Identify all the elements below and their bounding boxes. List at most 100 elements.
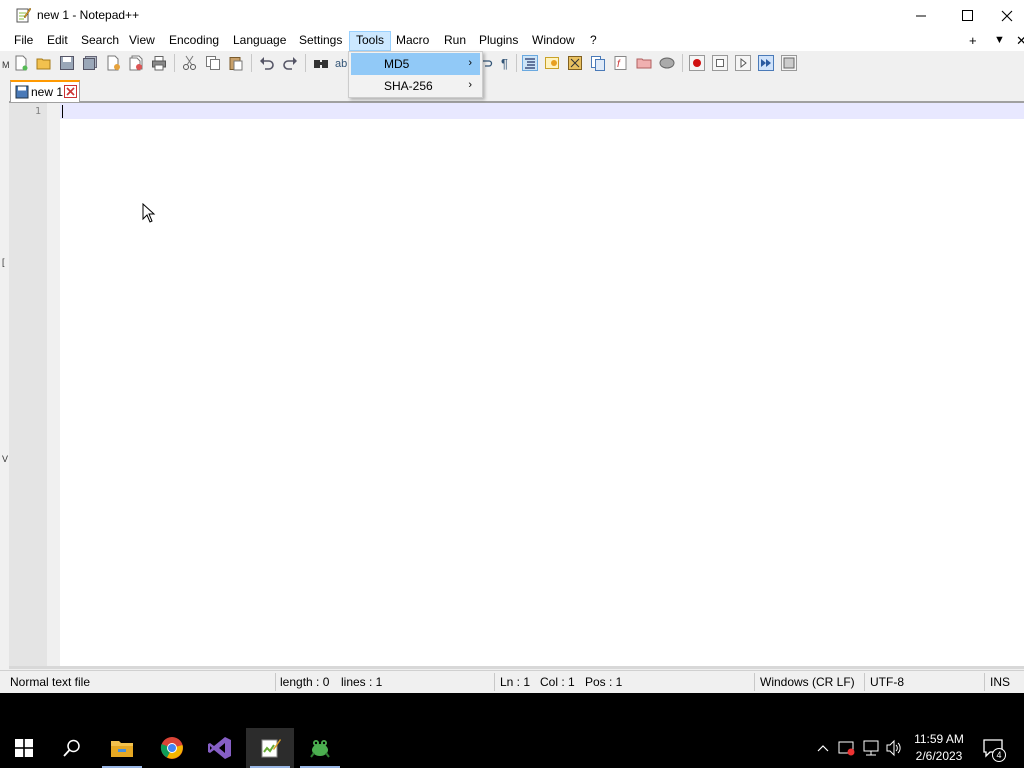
- tab-list-dropdown-button[interactable]: ▼: [994, 34, 1005, 46]
- windows-taskbar: 11:59 AM 2/6/2023 4: [0, 728, 1024, 768]
- toolbar-separator: [251, 54, 252, 72]
- tray-volume-button[interactable]: [885, 739, 903, 757]
- status-separator: [984, 673, 985, 691]
- text-editor[interactable]: 1: [9, 102, 1024, 667]
- status-separator: [754, 673, 755, 691]
- toolbar-separator: [305, 54, 306, 72]
- menu-edit[interactable]: Edit: [41, 31, 74, 51]
- find-icon[interactable]: [313, 55, 329, 71]
- file-saved-icon: [15, 85, 29, 99]
- status-ln: Ln : 1: [500, 675, 531, 689]
- network-icon: [863, 740, 879, 756]
- macro-stop-icon[interactable]: [712, 55, 728, 71]
- menu-tools[interactable]: Tools: [349, 31, 392, 51]
- toolbar-separator: [682, 54, 683, 72]
- tray-security-icon-button[interactable]: [838, 739, 856, 757]
- file-explorer-icon: [111, 741, 133, 757]
- text-caret: [62, 105, 63, 118]
- search-button[interactable]: [48, 728, 96, 768]
- taskbar-clock[interactable]: 11:59 AM 2/6/2023: [906, 731, 972, 765]
- taskbar-notepadpp[interactable]: [246, 728, 294, 768]
- menu-item-md5[interactable]: MD5 ›: [351, 53, 480, 75]
- line-number-gutter: 1: [9, 103, 60, 667]
- left-edge-char: M: [2, 60, 10, 70]
- maximize-button[interactable]: [944, 0, 990, 31]
- tab-label: new 1: [31, 85, 64, 99]
- menu-search[interactable]: Search: [75, 31, 125, 51]
- menu-run[interactable]: Run: [438, 31, 472, 51]
- cut-icon[interactable]: [182, 55, 198, 71]
- macro-play-icon[interactable]: [735, 55, 751, 71]
- minimize-button[interactable]: [898, 0, 944, 31]
- start-button[interactable]: [0, 728, 48, 768]
- tab-new-1[interactable]: new 1: [10, 80, 80, 102]
- window-title: new 1 - Notepad++: [37, 8, 140, 22]
- toolbar: ab ¶ f: [0, 51, 1024, 74]
- save-all-icon[interactable]: [82, 55, 98, 71]
- undo-icon[interactable]: [259, 55, 275, 71]
- close-button[interactable]: [990, 0, 1024, 31]
- status-encoding[interactable]: UTF-8: [870, 675, 904, 689]
- security-alert-icon: [838, 741, 855, 756]
- toolbar-separator: [174, 54, 175, 72]
- status-eol-format[interactable]: Windows (CR LF): [760, 675, 855, 689]
- taskbar-app-frog[interactable]: [296, 728, 344, 768]
- save-icon[interactable]: [59, 55, 75, 71]
- menu-window[interactable]: Window: [526, 31, 581, 51]
- menu-help[interactable]: ?: [584, 31, 603, 51]
- menu-encoding[interactable]: Encoding: [163, 31, 225, 51]
- new-tab-plus-button[interactable]: +: [969, 33, 977, 48]
- menu-view[interactable]: View: [123, 31, 161, 51]
- status-bar: Normal text file length : 0 lines : 1 Ln…: [0, 670, 1024, 693]
- document-map-icon[interactable]: [567, 55, 583, 71]
- svg-text:ab: ab: [335, 58, 347, 70]
- print-icon[interactable]: [151, 55, 167, 71]
- close-file-icon[interactable]: [105, 55, 121, 71]
- user-defined-language-icon[interactable]: [544, 55, 560, 71]
- menu-item-sha-256[interactable]: SHA-256 ›: [351, 75, 480, 97]
- menu-plugins[interactable]: Plugins: [473, 31, 524, 51]
- notepadpp-app-icon: [16, 7, 31, 23]
- copy-icon[interactable]: [205, 55, 221, 71]
- tab-close-icon[interactable]: [64, 85, 77, 98]
- taskbar-visual-studio[interactable]: [196, 728, 244, 768]
- minimize-icon: [915, 15, 926, 17]
- windows-logo-icon: [15, 739, 33, 757]
- taskbar-chrome[interactable]: [148, 728, 196, 768]
- close-document-button[interactable]: ✕: [1016, 33, 1024, 49]
- macro-run-multiple-icon[interactable]: [758, 55, 774, 71]
- indent-guide-icon[interactable]: [522, 55, 538, 71]
- status-insert-mode[interactable]: INS: [990, 675, 1010, 689]
- toolbar-separator: [516, 54, 517, 72]
- open-file-icon[interactable]: [36, 55, 52, 71]
- macro-record-icon[interactable]: [689, 55, 705, 71]
- monitoring-icon[interactable]: [659, 55, 675, 71]
- function-list-icon[interactable]: f: [613, 55, 629, 71]
- frog-app-icon: [310, 740, 330, 758]
- chevron-up-icon: [817, 745, 829, 752]
- notification-count-badge: 4: [992, 748, 1006, 762]
- menu-settings[interactable]: Settings: [293, 31, 348, 51]
- paste-icon[interactable]: [228, 55, 244, 71]
- taskbar-file-explorer[interactable]: [98, 728, 146, 768]
- folder-as-workspace-icon[interactable]: [636, 55, 652, 71]
- menu-file[interactable]: File: [8, 31, 39, 51]
- status-length: length : 0: [280, 675, 330, 689]
- new-file-icon[interactable]: [13, 55, 29, 71]
- status-pos: Pos : 1: [585, 675, 623, 689]
- show-all-characters-icon[interactable]: ¶: [498, 55, 514, 71]
- maximize-icon: [961, 10, 973, 21]
- redo-icon[interactable]: [282, 55, 298, 71]
- document-list-icon[interactable]: [590, 55, 606, 71]
- status-lines: lines : 1: [341, 675, 383, 689]
- menu-macro[interactable]: Macro: [390, 31, 435, 51]
- show-hidden-icons-button[interactable]: [814, 739, 832, 757]
- tray-network-button[interactable]: [862, 739, 880, 757]
- macro-save-icon[interactable]: [781, 55, 797, 71]
- fold-margin[interactable]: [47, 103, 60, 667]
- current-line-highlight: [60, 103, 1024, 119]
- line-number: 1: [34, 106, 41, 117]
- menu-language[interactable]: Language: [227, 31, 292, 51]
- volume-icon: [886, 739, 901, 757]
- close-all-icon[interactable]: [128, 55, 144, 71]
